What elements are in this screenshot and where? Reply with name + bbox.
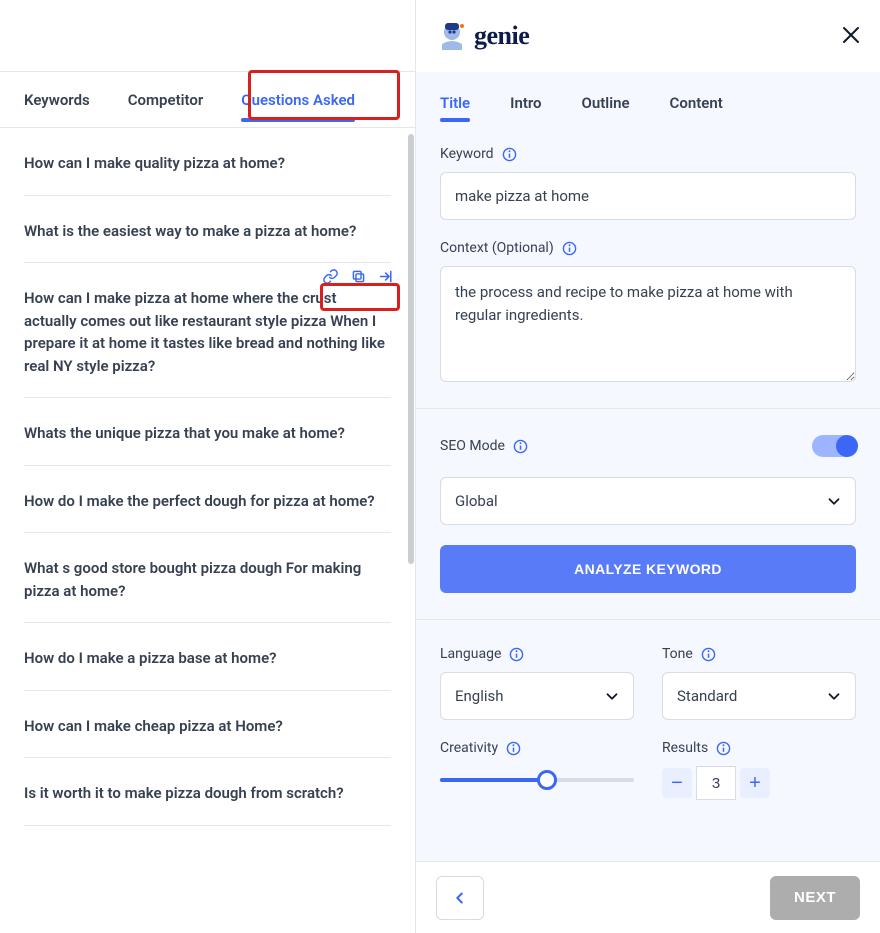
- chevron-left-icon: [451, 889, 469, 907]
- divider: [416, 408, 880, 409]
- context-input[interactable]: [440, 266, 856, 382]
- creativity-slider[interactable]: [440, 766, 634, 794]
- info-icon[interactable]: [701, 647, 716, 662]
- tab-keywords[interactable]: Keywords: [24, 79, 90, 121]
- results-increment[interactable]: +: [740, 768, 770, 798]
- question-item[interactable]: What is the easiest way to make a pizza …: [24, 196, 391, 264]
- results-label: Results: [662, 740, 856, 756]
- analyze-keyword-button[interactable]: ANALYZE KEYWORD: [440, 545, 856, 593]
- question-item[interactable]: What s good store bought pizza dough For…: [24, 533, 391, 623]
- question-text: Whats the unique pizza that you make at …: [24, 422, 391, 445]
- question-item[interactable]: How do I make the perfect dough for pizz…: [24, 466, 391, 534]
- question-item[interactable]: Is it worth it to make pizza dough from …: [24, 758, 391, 826]
- seo-mode-toggle[interactable]: [812, 435, 856, 457]
- question-text: How can I make pizza at home where the c…: [24, 287, 391, 377]
- info-icon[interactable]: [509, 647, 524, 662]
- close-icon[interactable]: [842, 24, 860, 48]
- tone-select[interactable]: Standard: [662, 672, 856, 720]
- question-text: How can I make quality pizza at home?: [24, 152, 391, 175]
- keyword-input[interactable]: [440, 172, 856, 220]
- tone-label: Tone: [662, 646, 856, 662]
- brand-logo-icon: [436, 20, 468, 52]
- keyword-label: Keyword: [440, 146, 856, 162]
- chevron-down-icon: [825, 687, 843, 705]
- chevron-down-icon: [825, 492, 843, 510]
- back-button[interactable]: [436, 876, 484, 920]
- question-text: How do I make the perfect dough for pizz…: [24, 490, 391, 513]
- next-button[interactable]: NEXT: [770, 876, 860, 920]
- tab-intro[interactable]: Intro: [510, 84, 541, 122]
- results-decrement[interactable]: −: [662, 768, 692, 798]
- question-text: Is it worth it to make pizza dough from …: [24, 782, 391, 805]
- question-text: How do I make a pizza base at home?: [24, 647, 391, 670]
- tone-value: Standard: [677, 687, 737, 705]
- row-actions: [319, 265, 397, 287]
- right-footer: NEXT: [416, 861, 880, 933]
- brand-name: genie: [474, 21, 529, 51]
- question-item[interactable]: How can I make pizza at home where the c…: [24, 263, 391, 398]
- language-select[interactable]: English: [440, 672, 634, 720]
- region-value: Global: [455, 492, 498, 510]
- tab-content[interactable]: Content: [670, 84, 723, 122]
- question-text: What s good store bought pizza dough For…: [24, 557, 391, 602]
- question-item[interactable]: How can I make cheap pizza at Home?: [24, 691, 391, 759]
- info-icon[interactable]: [716, 741, 731, 756]
- question-text: How can I make cheap pizza at Home?: [24, 715, 391, 738]
- tab-questions-asked[interactable]: Questions Asked: [241, 79, 355, 121]
- right-tabs: Title Intro Outline Content: [416, 72, 880, 122]
- results-stepper: − +: [662, 766, 856, 800]
- tab-competitor[interactable]: Competitor: [128, 79, 204, 121]
- question-text: What is the easiest way to make a pizza …: [24, 220, 391, 243]
- language-value: English: [455, 687, 504, 705]
- seo-mode-label: SEO Mode: [440, 438, 528, 454]
- divider: [416, 619, 880, 620]
- tab-outline[interactable]: Outline: [582, 84, 630, 122]
- info-icon[interactable]: [502, 147, 517, 162]
- tab-title[interactable]: Title: [440, 84, 470, 122]
- link-icon[interactable]: [319, 265, 341, 287]
- scrollbar[interactable]: [408, 134, 414, 564]
- question-item[interactable]: How can I make quality pizza at home?: [24, 128, 391, 196]
- questions-list: How can I make quality pizza at home? Wha…: [0, 128, 415, 933]
- info-icon[interactable]: [506, 741, 521, 756]
- region-select[interactable]: Global: [440, 477, 856, 525]
- info-icon[interactable]: [562, 241, 577, 256]
- copy-icon[interactable]: [347, 265, 369, 287]
- insert-icon[interactable]: [375, 265, 397, 287]
- results-input[interactable]: [696, 766, 736, 800]
- creativity-label: Creativity: [440, 740, 634, 756]
- brand: genie: [436, 20, 529, 52]
- question-item[interactable]: How do I make a pizza base at home?: [24, 623, 391, 691]
- right-header: genie: [416, 0, 880, 72]
- context-label: Context (Optional): [440, 240, 856, 256]
- left-tabs: Keywords Competitor Questions Asked: [0, 72, 415, 128]
- chevron-down-icon: [603, 687, 621, 705]
- info-icon[interactable]: [513, 439, 528, 454]
- left-blank-header: [0, 0, 415, 72]
- language-label: Language: [440, 646, 634, 662]
- question-item[interactable]: Whats the unique pizza that you make at …: [24, 398, 391, 466]
